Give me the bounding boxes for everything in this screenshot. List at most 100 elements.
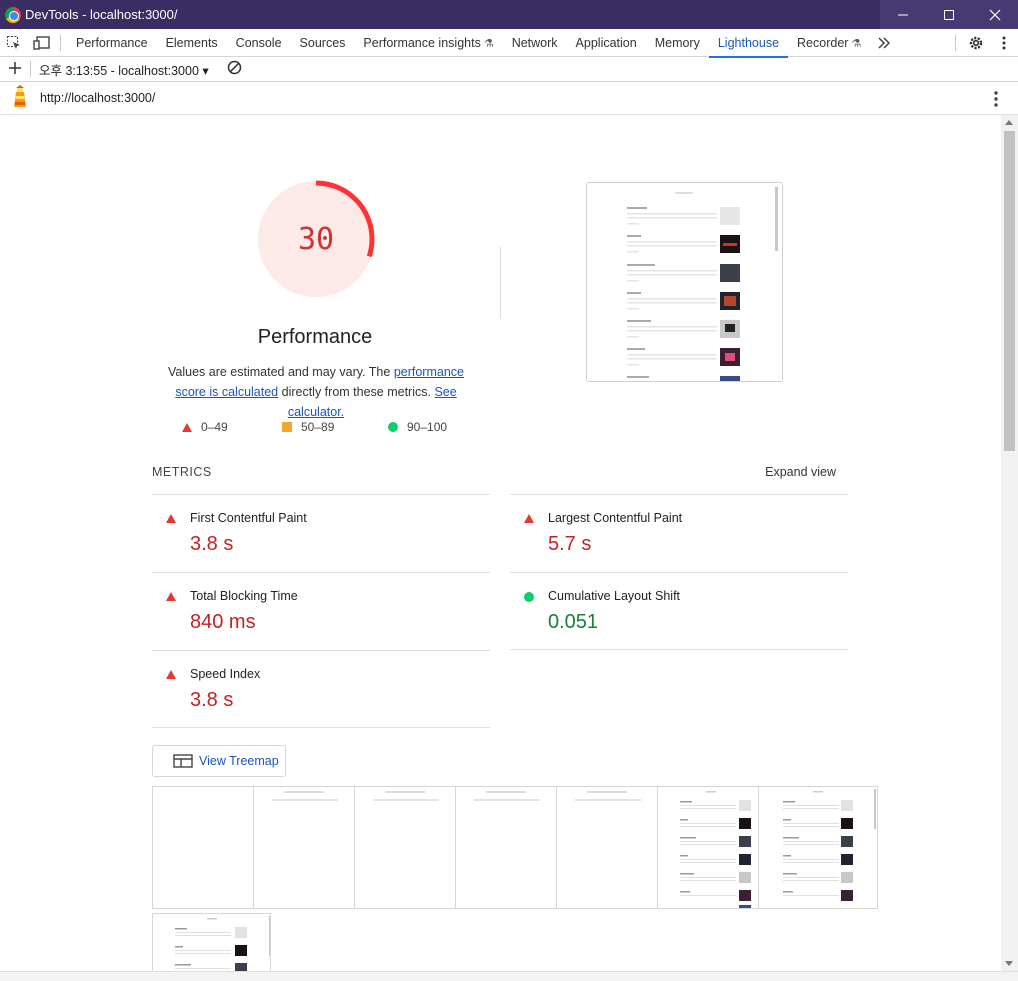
metric-name: Largest Contentful Paint [548, 511, 683, 525]
metric-name: First Contentful Paint [190, 511, 307, 525]
scroll-up-arrow-icon[interactable] [1005, 120, 1013, 125]
filmstrip-frame [456, 787, 557, 908]
tab-application[interactable]: Application [567, 29, 646, 57]
metric-first-contentful-paint: First Contentful Paint 3.8 s [152, 494, 490, 572]
experiment-flask-icon: ⚗ [483, 37, 494, 50]
scrollbar-thumb[interactable] [1004, 131, 1015, 451]
desc-text: directly from these metrics. [278, 385, 435, 399]
report-url-bar: http://localhost:3000/ [0, 82, 1018, 115]
lighthouse-logo-icon [10, 84, 30, 112]
tab-performance-insights[interactable]: Performance insights ⚗ [354, 29, 502, 57]
scroll-down-arrow-icon[interactable] [1005, 961, 1013, 966]
performance-gauge: 30 [255, 178, 377, 300]
metric-largest-contentful-paint: Largest Contentful Paint 5.7 s [510, 494, 848, 572]
tab-label: Performance insights [363, 35, 481, 50]
tab-memory[interactable]: Memory [646, 29, 709, 57]
legend-label: 0–49 [201, 420, 228, 434]
frame-thumbnail-image [175, 916, 270, 971]
maximize-icon [944, 9, 954, 20]
view-treemap-button[interactable]: View Treemap [152, 745, 286, 777]
expand-view-toggle[interactable]: Expand view [765, 465, 836, 479]
tab-network[interactable]: Network [503, 29, 567, 57]
inspect-element-button[interactable] [0, 29, 28, 57]
clear-reports-button[interactable] [227, 60, 242, 78]
window-title: DevTools - localhost:3000/ [25, 7, 178, 22]
report-menu-button[interactable] [994, 91, 998, 110]
tab-label: Performance [76, 35, 148, 50]
tab-recorder[interactable]: Recorder ⚗ [788, 29, 870, 57]
report-select-label: 오후 3:13:55 - localhost:3000 [39, 63, 199, 78]
close-window-button[interactable] [972, 0, 1018, 29]
vertical-scrollbar[interactable] [1001, 115, 1018, 971]
maximize-button[interactable] [926, 0, 972, 29]
filmstrip-frame [152, 913, 271, 971]
filmstrip-frame [254, 787, 355, 908]
view-treemap-label: View Treemap [199, 754, 279, 768]
minimize-icon [898, 14, 908, 15]
toolbar-separator [60, 34, 61, 51]
filmstrip-frame [759, 787, 877, 908]
metric-value: 3.8 s [190, 689, 234, 711]
treemap-icon [173, 754, 193, 768]
tab-console[interactable]: Console [227, 29, 291, 57]
fail-triangle-icon [166, 592, 176, 601]
tab-label: Network [511, 35, 558, 50]
metric-value: 5.7 s [548, 533, 592, 555]
experiment-flask-icon: ⚗ [851, 37, 862, 50]
toolbar-separator [955, 35, 956, 51]
legend-pass: 90–100 [388, 420, 447, 434]
page-thumbnail-image [627, 187, 778, 381]
filmstrip-frame [153, 787, 254, 908]
more-tabs-button[interactable] [870, 29, 898, 57]
metrics-header: METRICS Expand view [152, 465, 848, 485]
gauge-title: Performance [257, 326, 373, 348]
filmstrip-frame [658, 787, 759, 908]
window-titlebar: DevTools - localhost:3000/ [0, 0, 1018, 29]
frame-thumbnail-image [783, 789, 876, 901]
score-legend: 0–49 50–89 90–100 [152, 420, 482, 436]
drawer-statusbar [0, 971, 1018, 981]
metric-value: 840 ms [190, 611, 256, 633]
filmstrip [152, 786, 878, 909]
metric-name: Total Blocking Time [190, 589, 298, 603]
filmstrip-frame [557, 787, 658, 908]
fail-triangle-icon [524, 514, 534, 523]
desc-text: Values are estimated and may vary. The [168, 365, 394, 379]
metrics-title: METRICS [152, 465, 212, 479]
fail-triangle-icon [166, 670, 176, 679]
minimize-button[interactable] [880, 0, 926, 29]
metric-value: 0.051 [548, 611, 599, 633]
section-divider [500, 247, 501, 319]
performance-score: 30 [297, 221, 335, 257]
tab-sources[interactable]: Sources [291, 29, 355, 57]
tab-label: Console [235, 35, 282, 50]
final-screenshot[interactable] [586, 182, 783, 382]
tab-label: Memory [654, 35, 700, 50]
tab-lighthouse[interactable]: Lighthouse [708, 29, 789, 58]
metric-total-blocking-time: Total Blocking Time 840 ms [152, 572, 490, 650]
legend-label: 90–100 [407, 420, 448, 434]
report-url: http://localhost:3000/ [40, 91, 156, 105]
devtools-tabstrip: Performance Elements Console Sources Per… [0, 29, 1018, 58]
tab-elements[interactable]: Elements [157, 29, 227, 57]
tab-label: Elements [165, 35, 218, 50]
legend-fail: 0–49 [182, 420, 228, 434]
new-report-button[interactable] [0, 59, 30, 80]
report-select[interactable]: 오후 3:13:55 - localhost:3000 ▾ [39, 60, 209, 79]
device-toolbar-button[interactable] [28, 29, 56, 57]
gear-icon [969, 36, 983, 50]
metric-speed-index: Speed Index 3.8 s [152, 650, 490, 728]
customize-menu-button[interactable] [990, 29, 1018, 57]
legend-average: 50–89 [282, 420, 334, 434]
pass-circle-icon [524, 592, 534, 602]
tab-performance[interactable]: Performance [67, 29, 157, 57]
tab-label: Application [575, 35, 637, 50]
pass-circle-icon [388, 422, 398, 432]
settings-button[interactable] [962, 29, 990, 57]
block-icon [227, 60, 241, 75]
gauge-description: Values are estimated and may vary. The p… [152, 362, 480, 422]
metric-cumulative-layout-shift: Cumulative Layout Shift 0.051 [510, 572, 848, 650]
inspect-icon [7, 35, 20, 49]
tab-label: Recorder [797, 35, 849, 50]
device-icon [33, 35, 50, 50]
